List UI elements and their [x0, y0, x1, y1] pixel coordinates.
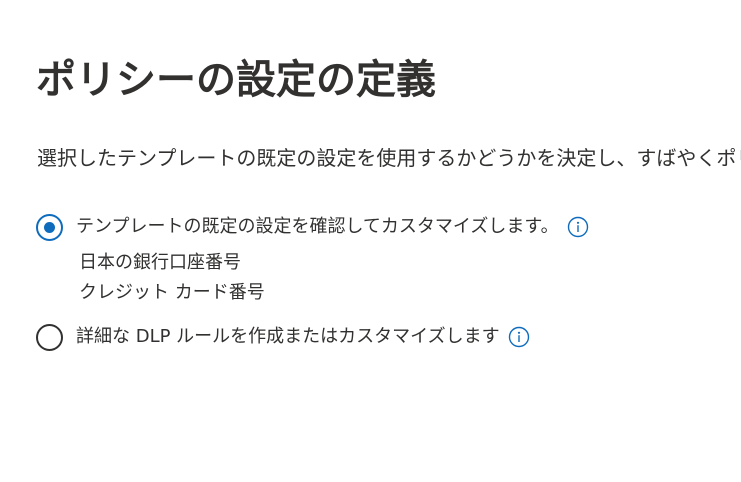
radio-option-review-template[interactable]: テンプレートの既定の設定を確認してカスタマイズします。: [36, 210, 589, 244]
radio-button-unselected[interactable]: [36, 323, 63, 351]
radio-selected-dot: [44, 221, 55, 233]
policy-settings-page: ポリシーの設定の定義 選択したテンプレートの既定の設定を使用するかどうかを決定し…: [0, 0, 741, 482]
detail-item: クレジット カード番号: [79, 282, 265, 303]
page-title: ポリシーの設定の定義: [36, 57, 436, 103]
detail-item: 日本の銀行口座番号: [79, 252, 241, 273]
info-icon[interactable]: [567, 216, 589, 238]
radio-option-custom-dlp-rules[interactable]: 詳細な DLP ルールを作成またはカスタマイズします: [36, 320, 530, 354]
page-description: 選択したテンプレートの既定の設定を使用するかどうかを決定し、すばやくポリ: [37, 146, 741, 170]
radio-button-selected[interactable]: [36, 213, 63, 241]
info-icon[interactable]: [508, 326, 530, 348]
radio-option-label: テンプレートの既定の設定を確認してカスタマイズします。: [76, 216, 559, 237]
radio-option-label: 詳細な DLP ルールを作成またはカスタマイズします: [76, 326, 500, 347]
